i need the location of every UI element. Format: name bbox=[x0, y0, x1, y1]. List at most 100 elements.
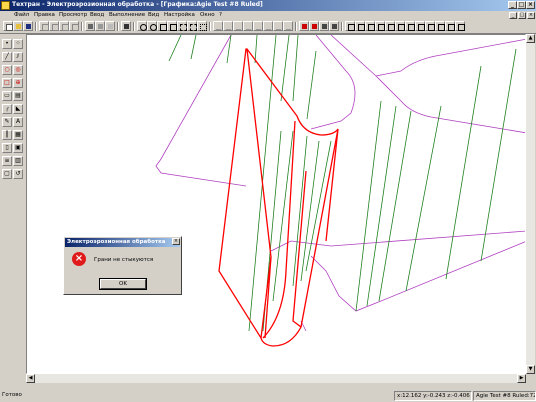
view-iso10-icon[interactable] bbox=[435, 21, 445, 31]
menu-view2[interactable]: Вид bbox=[148, 11, 159, 20]
scroll-left-icon[interactable]: ◀ bbox=[26, 374, 35, 383]
open-folder-icon[interactable] bbox=[13, 21, 23, 31]
minimize-button[interactable]: _ bbox=[508, 1, 517, 9]
point-icon[interactable]: • bbox=[2, 39, 12, 49]
ruler-icon[interactable]: ║ bbox=[2, 130, 12, 140]
view-iso4-icon[interactable] bbox=[375, 21, 385, 31]
app-icon[interactable] bbox=[1, 1, 10, 10]
doc-minimize-button[interactable]: _ bbox=[509, 12, 517, 19]
move-tool-icon[interactable] bbox=[263, 21, 273, 31]
view-iso1-icon[interactable] bbox=[345, 21, 355, 31]
line-icon[interactable]: ╱ bbox=[2, 52, 12, 62]
contour-tool-icon[interactable] bbox=[243, 21, 253, 31]
concentric-circle-icon[interactable]: ◎ bbox=[13, 65, 23, 75]
paste-icon[interactable] bbox=[59, 21, 69, 31]
window-title: Техтран - Электроэрозионная обработка - … bbox=[12, 1, 263, 8]
pan-icon[interactable] bbox=[177, 21, 187, 31]
menu-view[interactable]: Просмотр bbox=[59, 11, 87, 20]
view-front-icon[interactable] bbox=[319, 21, 329, 31]
view-iso7-icon[interactable] bbox=[405, 21, 415, 31]
list-icon[interactable]: ≡ bbox=[2, 156, 12, 166]
scroll-down-icon[interactable]: ▼ bbox=[526, 365, 535, 374]
target-icon[interactable]: ⊕ bbox=[13, 78, 23, 88]
print-icon[interactable] bbox=[85, 21, 95, 31]
menu-settings[interactable]: Настройка bbox=[164, 11, 195, 20]
vertical-scrollbar[interactable]: ▲ ▼ bbox=[526, 34, 535, 374]
layers-icon[interactable]: ▤ bbox=[13, 91, 23, 101]
copy-tool-icon[interactable] bbox=[273, 21, 283, 31]
select-tool-icon[interactable] bbox=[299, 21, 309, 31]
point-tool-icon[interactable] bbox=[233, 21, 243, 31]
view-iso9-icon[interactable] bbox=[425, 21, 435, 31]
view-iso12-icon[interactable] bbox=[455, 21, 465, 31]
status-bar: Готово x:12.162 y:-0.243 z:-0.406 Agie T… bbox=[0, 390, 536, 402]
zoom-out-icon[interactable] bbox=[147, 21, 157, 31]
mirror-tool-icon[interactable] bbox=[283, 21, 293, 31]
table-icon[interactable]: ▥ bbox=[13, 156, 23, 166]
page-icon[interactable]: ▢ bbox=[2, 169, 12, 179]
layer-icon[interactable]: ▭ bbox=[2, 91, 12, 101]
menu-input[interactable]: Ввод bbox=[90, 11, 104, 20]
close-button[interactable]: × bbox=[526, 1, 535, 9]
view-iso6-icon[interactable] bbox=[395, 21, 405, 31]
save-icon[interactable] bbox=[23, 21, 33, 31]
line-tool-icon[interactable] bbox=[213, 21, 223, 31]
new-file-icon[interactable] bbox=[3, 21, 13, 31]
error-icon: × bbox=[72, 252, 86, 266]
graphics-viewport[interactable] bbox=[26, 34, 526, 374]
redraw-icon[interactable] bbox=[197, 21, 207, 31]
text-icon[interactable]: A bbox=[13, 117, 23, 127]
help-icon[interactable] bbox=[121, 21, 131, 31]
doc-restore-button[interactable]: □ bbox=[518, 12, 526, 19]
coordinates-readout: x:12.162 y:-0.243 z:-0.406 bbox=[394, 391, 472, 401]
undo-icon[interactable] bbox=[69, 21, 79, 31]
left-toolbar: • ⁘ ╱ ⫽ ○ ◎ □ ⊕ ▭ ▤ ╭ ◣ ✎ A ║ ▦ ▯ ▣ ≡ ▥ … bbox=[2, 39, 24, 189]
view-iso5-icon[interactable] bbox=[385, 21, 395, 31]
menu-edit[interactable]: Правка bbox=[34, 11, 55, 20]
ok-button[interactable]: OK bbox=[99, 278, 147, 290]
main-toolbar bbox=[0, 20, 536, 34]
fillet-icon[interactable]: ╭ bbox=[2, 104, 12, 114]
doc-close-button[interactable]: × bbox=[527, 12, 535, 19]
zoom-in-icon[interactable] bbox=[137, 21, 147, 31]
measure-icon[interactable]: ▦ bbox=[13, 130, 23, 140]
properties-icon[interactable]: ▣ bbox=[13, 143, 23, 153]
pen-icon[interactable]: ✎ bbox=[2, 117, 12, 127]
dialog-message: Грани не стыкуются bbox=[94, 257, 154, 263]
view-iso11-icon[interactable] bbox=[445, 21, 455, 31]
view-iso8-icon[interactable] bbox=[415, 21, 425, 31]
dialog-title: Электроэрозионная обработка bbox=[65, 238, 180, 247]
chamfer-icon[interactable]: ◣ bbox=[13, 104, 23, 114]
rectangle-icon[interactable]: □ bbox=[2, 78, 12, 88]
view-iso3-icon[interactable] bbox=[365, 21, 375, 31]
menu-window[interactable]: Окно bbox=[200, 11, 215, 20]
cut-icon[interactable] bbox=[39, 21, 49, 31]
rotate-icon[interactable] bbox=[187, 21, 197, 31]
circle-icon[interactable]: ○ bbox=[2, 65, 12, 75]
scroll-right-icon[interactable]: ▶ bbox=[517, 374, 526, 383]
zoom-all-icon[interactable] bbox=[167, 21, 177, 31]
menu-execute[interactable]: Выполнение bbox=[109, 11, 145, 20]
dialog-close-button[interactable]: × bbox=[172, 238, 180, 245]
trim-tool-icon[interactable] bbox=[253, 21, 263, 31]
view-iso2-icon[interactable] bbox=[355, 21, 365, 31]
status-text: Готово bbox=[2, 392, 22, 398]
horizontal-scrollbar[interactable]: ◀ ▶ bbox=[26, 374, 526, 383]
arc-tool-icon[interactable] bbox=[223, 21, 233, 31]
zoom-window-icon[interactable] bbox=[157, 21, 167, 31]
print-preview-icon[interactable] bbox=[95, 21, 105, 31]
menu-help[interactable]: ? bbox=[219, 11, 222, 20]
pick-tool-icon[interactable] bbox=[309, 21, 319, 31]
scroll-up-icon[interactable]: ▲ bbox=[526, 34, 535, 43]
view-top-icon[interactable] bbox=[329, 21, 339, 31]
guide-contour bbox=[155, 35, 525, 332]
refresh-icon[interactable]: ↺ bbox=[13, 169, 23, 179]
copy-icon[interactable] bbox=[49, 21, 59, 31]
page-setup-icon[interactable] bbox=[105, 21, 115, 31]
ruling-lines bbox=[168, 35, 517, 332]
maximize-button[interactable]: □ bbox=[517, 1, 526, 9]
document-icon[interactable]: ▯ bbox=[2, 143, 12, 153]
menu-file[interactable]: Файл bbox=[14, 11, 29, 20]
double-line-icon[interactable]: ⫽ bbox=[13, 52, 23, 62]
grid-icon[interactable]: ⁘ bbox=[13, 39, 23, 49]
